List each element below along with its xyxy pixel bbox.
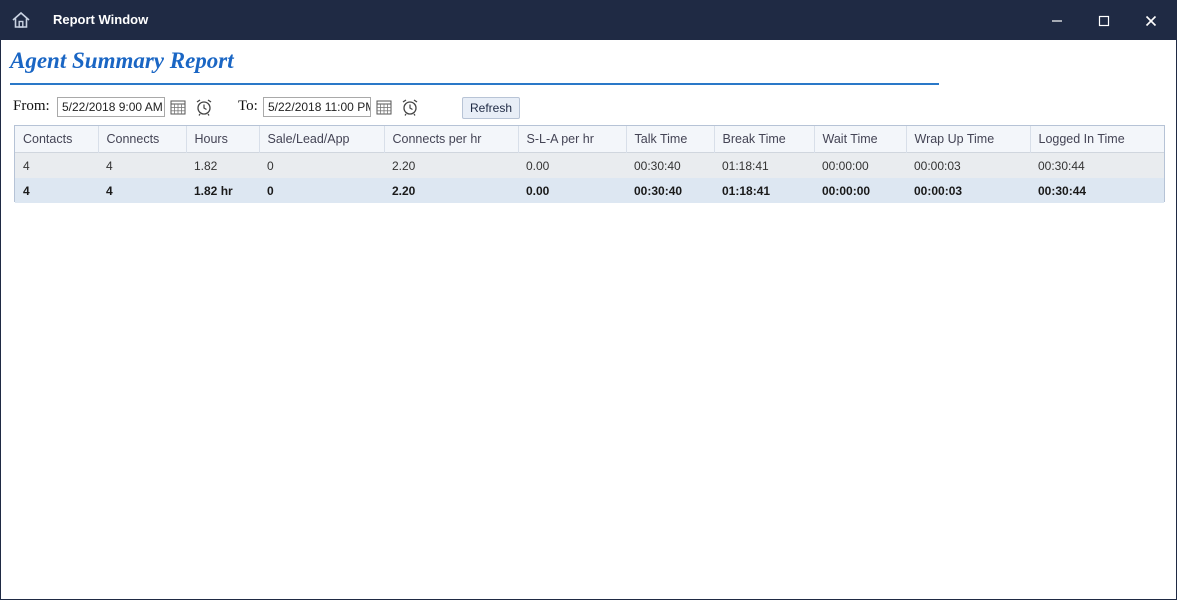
table-cell: 00:30:40 xyxy=(626,152,714,178)
column-header[interactable]: Hours xyxy=(186,126,260,153)
maximize-icon xyxy=(1098,15,1110,26)
close-button[interactable] xyxy=(1128,1,1174,40)
report-window: Report Window Agent Summary Report From:… xyxy=(0,0,1177,600)
table-cell: 2.20 xyxy=(384,152,518,178)
report-title: Agent Summary Report xyxy=(10,48,234,73)
title-bar: Report Window xyxy=(1,1,1176,40)
total-cell: 00:00:03 xyxy=(906,178,1030,203)
table-cell: 00:00:00 xyxy=(814,152,906,178)
column-header[interactable]: Talk Time xyxy=(626,126,715,153)
table-row[interactable]: 4 4 1.82 0 2.20 0.00 00:30:40 01:18:41 0… xyxy=(15,152,1164,178)
window-title: Report Window xyxy=(53,12,149,27)
column-header[interactable]: Wait Time xyxy=(814,126,907,153)
table-cell: 4 xyxy=(98,152,186,178)
column-header[interactable]: Logged In Time xyxy=(1030,126,1164,153)
column-header[interactable]: Wrap Up Time xyxy=(906,126,1031,153)
alarm-clock-icon[interactable] xyxy=(195,98,213,116)
table-cell: 01:18:41 xyxy=(714,152,814,178)
table-cell: 0 xyxy=(259,152,384,178)
calendar-icon[interactable] xyxy=(169,98,187,116)
total-cell: 2.20 xyxy=(384,178,518,203)
column-header[interactable]: Connects per hr xyxy=(384,126,519,153)
to-label: To: xyxy=(238,98,258,114)
total-cell: 0.00 xyxy=(518,178,626,203)
totals-row[interactable]: 4 4 1.82 hr 0 2.20 0.00 00:30:40 01:18:4… xyxy=(15,178,1164,203)
close-icon xyxy=(1145,15,1157,26)
total-cell: 01:18:41 xyxy=(714,178,814,203)
column-header[interactable]: Contacts xyxy=(15,126,99,153)
from-label: From: xyxy=(13,98,50,114)
minimize-icon xyxy=(1052,19,1062,22)
total-cell: 1.82 hr xyxy=(186,178,259,203)
column-header[interactable]: Connects xyxy=(98,126,187,153)
total-cell: 00:30:44 xyxy=(1030,178,1164,203)
table-cell: 0.00 xyxy=(518,152,626,178)
from-date-input[interactable]: 5/22/2018 9:00 AM xyxy=(57,97,165,117)
column-header[interactable]: Sale/Lead/App xyxy=(259,126,385,153)
total-cell: 0 xyxy=(259,178,384,203)
refresh-button[interactable]: Refresh xyxy=(462,97,520,119)
column-header[interactable]: Break Time xyxy=(714,126,815,153)
table-cell: 00:30:44 xyxy=(1030,152,1164,178)
minimize-button[interactable] xyxy=(1034,1,1080,40)
column-header[interactable]: S-L-A per hr xyxy=(518,126,627,153)
table-cell: 4 xyxy=(15,152,98,178)
to-date-input[interactable]: 5/22/2018 11:00 PM xyxy=(263,97,371,117)
table-cell: 1.82 xyxy=(186,152,259,178)
summary-grid: Contacts Connects Hours Sale/Lead/App Co… xyxy=(14,125,1165,203)
title-divider xyxy=(10,83,939,85)
maximize-button[interactable] xyxy=(1081,1,1127,40)
total-cell: 4 xyxy=(15,178,98,203)
header-row: Contacts Connects Hours Sale/Lead/App Co… xyxy=(15,126,1164,153)
calendar-icon[interactable] xyxy=(375,98,393,116)
table-cell: 00:00:03 xyxy=(906,152,1030,178)
home-icon[interactable] xyxy=(11,10,31,30)
alarm-clock-icon[interactable] xyxy=(401,98,419,116)
total-cell: 4 xyxy=(98,178,186,203)
total-cell: 00:30:40 xyxy=(626,178,714,203)
total-cell: 00:00:00 xyxy=(814,178,906,203)
